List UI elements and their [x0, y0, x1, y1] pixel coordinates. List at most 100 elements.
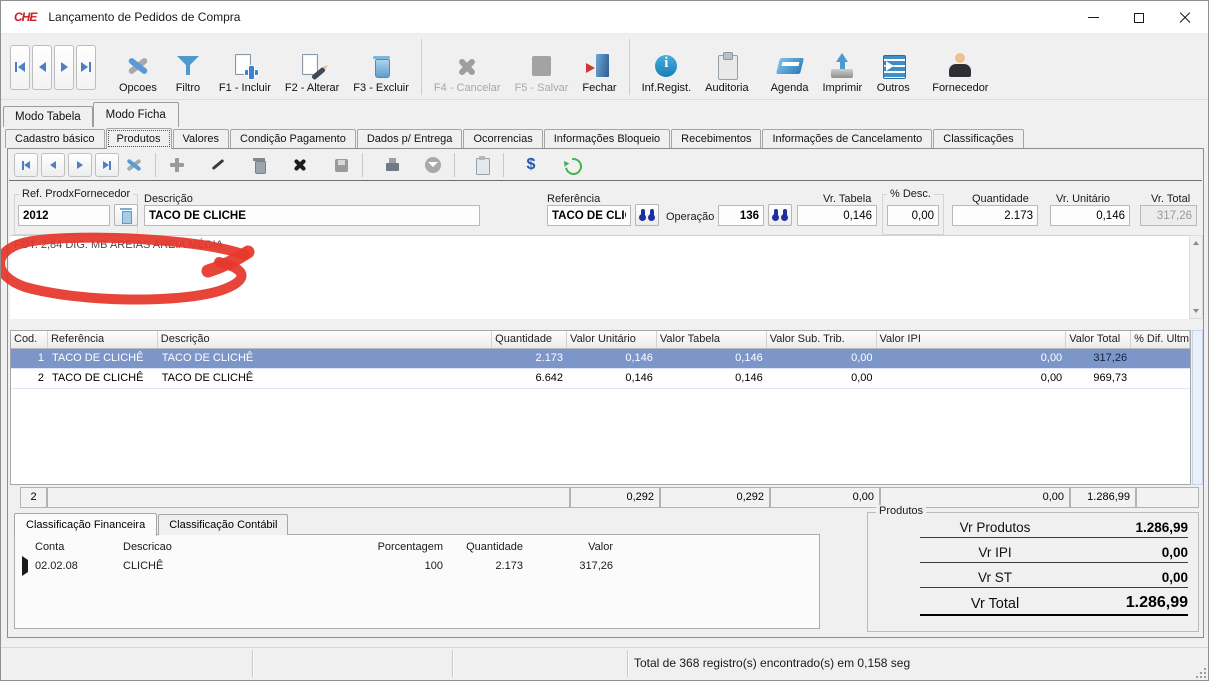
descricao-input[interactable]: [144, 205, 480, 226]
table-row-selected[interactable]: 1 TACO DE CLICHÊ TACO DE CLICHÊ 2.173 0,…: [11, 349, 1190, 369]
tab-recebimentos[interactable]: Recebimentos: [671, 129, 761, 148]
maximize-button[interactable]: [1116, 1, 1162, 34]
vr-tabela-label: Vr. Tabela: [823, 193, 871, 205]
referencia-input[interactable]: [547, 205, 631, 226]
record-next-button[interactable]: [68, 153, 92, 177]
outros-button[interactable]: Outros: [869, 38, 917, 96]
tab-condicao-pagamento[interactable]: Condição Pagamento: [230, 129, 356, 148]
desc-pct-input[interactable]: [887, 205, 939, 226]
resize-grip[interactable]: [1194, 666, 1206, 678]
col-header[interactable]: Descrição: [158, 331, 492, 348]
ref-prodx-input[interactable]: [18, 205, 110, 226]
table-row[interactable]: 2 TACO DE CLICHÊ TACO DE CLICHÊ 6.642 0,…: [11, 369, 1190, 389]
auditoria-button[interactable]: Auditoria: [698, 38, 755, 96]
filtro-button[interactable]: Filtro: [164, 38, 212, 96]
tab-produtos[interactable]: Produtos: [106, 128, 172, 149]
referencia-search-button[interactable]: [635, 204, 659, 226]
fornecedor-button[interactable]: Fornecedor: [925, 38, 995, 96]
filter-circle-icon: [424, 156, 442, 174]
summary-count: 2: [20, 487, 47, 508]
record-options-button[interactable]: [122, 153, 146, 177]
f2-alterar-button[interactable]: F2 - Alterar: [278, 38, 346, 96]
col-header[interactable]: % Dif. Ultm. C: [1131, 331, 1190, 348]
tab-informacoes-cancelamento[interactable]: Informações de Cancelamento: [762, 129, 932, 148]
col-header[interactable]: Valor Unitário: [567, 331, 657, 348]
minimize-button[interactable]: [1070, 1, 1116, 34]
record-clipboard-button[interactable]: [470, 153, 494, 177]
tab-dados-entrega[interactable]: Dados p/ Entrega: [357, 129, 463, 148]
scroll-down-icon[interactable]: [1190, 304, 1202, 318]
quantidade-label: Quantidade: [972, 193, 1029, 205]
opcoes-button[interactable]: Opcoes: [112, 38, 164, 96]
vr-unitario-input[interactable]: [1050, 205, 1130, 226]
person-icon: [945, 51, 975, 81]
close-button[interactable]: [1162, 1, 1208, 34]
record-cancel-button[interactable]: [288, 153, 312, 177]
nav-prev-button[interactable]: [32, 45, 52, 90]
f3-excluir-button[interactable]: F3 - Excluir: [346, 38, 416, 96]
clear-ref-button[interactable]: [114, 204, 138, 226]
nav-first-button[interactable]: [10, 45, 30, 90]
current-row-marker-icon: [22, 556, 28, 576]
col-header[interactable]: Referência: [48, 331, 158, 348]
inf-regist-button[interactable]: Inf.Regist.: [635, 38, 699, 96]
record-last-button[interactable]: [95, 153, 119, 177]
col-header[interactable]: Cod.: [11, 331, 48, 348]
tab-classificacao-contabil[interactable]: Classificação Contábil: [158, 514, 288, 535]
list-icon: [878, 51, 908, 81]
summary-vr-tabela: 0,292: [660, 487, 770, 508]
col-header[interactable]: Valor Total: [1066, 331, 1131, 348]
col-header[interactable]: Valor Tabela: [657, 331, 767, 348]
refresh-icon: [563, 156, 581, 174]
vr-tabela-input[interactable]: [797, 205, 877, 226]
record-first-button[interactable]: [14, 153, 38, 177]
operacao-search-button[interactable]: [768, 204, 792, 226]
tab-ocorrencias[interactable]: Ocorrencias: [463, 129, 542, 148]
col-header[interactable]: Valor IPI: [877, 331, 1067, 348]
col-header: Porcentagem: [348, 541, 443, 553]
minimize-icon: [1088, 17, 1099, 18]
record-prev-button[interactable]: [41, 153, 65, 177]
observacao-memo[interactable]: FOT. 2,84 DIG. MB AREIAS AREIA MÉDIA: [10, 235, 1189, 319]
imprimir-button[interactable]: Imprimir: [816, 38, 870, 96]
nav-next-button[interactable]: [54, 45, 74, 90]
record-refresh-button[interactable]: [560, 153, 584, 177]
record-delete-button[interactable]: [247, 153, 271, 177]
nav-last-button[interactable]: [76, 45, 96, 90]
col-header[interactable]: Valor Sub. Trib.: [767, 331, 877, 348]
col-header[interactable]: Quantidade: [492, 331, 567, 348]
f1-incluir-button[interactable]: F1 - Incluir: [212, 38, 278, 96]
scroll-up-icon[interactable]: [1190, 236, 1202, 250]
f4-cancelar-button: F4 - Cancelar: [427, 38, 508, 96]
tab-classificacoes[interactable]: Classificações: [933, 129, 1023, 148]
tab-cadastro-basico[interactable]: Cadastro básico: [5, 129, 105, 148]
tab-classificacao-financeira[interactable]: Classificação Financeira: [14, 513, 157, 536]
dollar-icon: [522, 156, 540, 174]
summary-spacer: [1136, 487, 1199, 508]
tab-informacoes-bloqueio[interactable]: Informações Bloqueio: [544, 129, 670, 148]
classif-row[interactable]: 02.02.08 CLICHÊ 100 2.173 317,26: [15, 560, 819, 572]
memo-scrollbar[interactable]: [1189, 235, 1203, 319]
tab-valores[interactable]: Valores: [173, 129, 229, 148]
record-filter-button[interactable]: [421, 153, 445, 177]
observacao-text: FOT. 2,84 DIG. MB AREIAS AREIA MÉDIA: [14, 239, 223, 251]
trash-icon: [250, 156, 268, 174]
col-header: Valor: [523, 541, 613, 553]
record-values-button[interactable]: [519, 153, 543, 177]
operacao-input[interactable]: [718, 205, 764, 226]
printer-icon: [827, 51, 857, 81]
record-save-button[interactable]: [329, 153, 353, 177]
trash-icon: [366, 51, 396, 81]
window-title: Lançamento de Pedidos de Compra: [48, 10, 240, 24]
binoculars-icon: [771, 208, 789, 222]
record-print-button[interactable]: [380, 153, 404, 177]
tab-modo-ficha[interactable]: Modo Ficha: [93, 102, 179, 127]
agenda-button[interactable]: Agenda: [764, 38, 816, 96]
quantidade-input[interactable]: [952, 205, 1038, 226]
record-edit-button[interactable]: [206, 153, 230, 177]
tab-modo-tabela[interactable]: Modo Tabela: [3, 106, 93, 127]
record-add-button[interactable]: [165, 153, 189, 177]
grid-scrollbar[interactable]: [1192, 330, 1203, 485]
maximize-icon: [1134, 13, 1144, 23]
fechar-button[interactable]: Fechar: [575, 38, 623, 96]
